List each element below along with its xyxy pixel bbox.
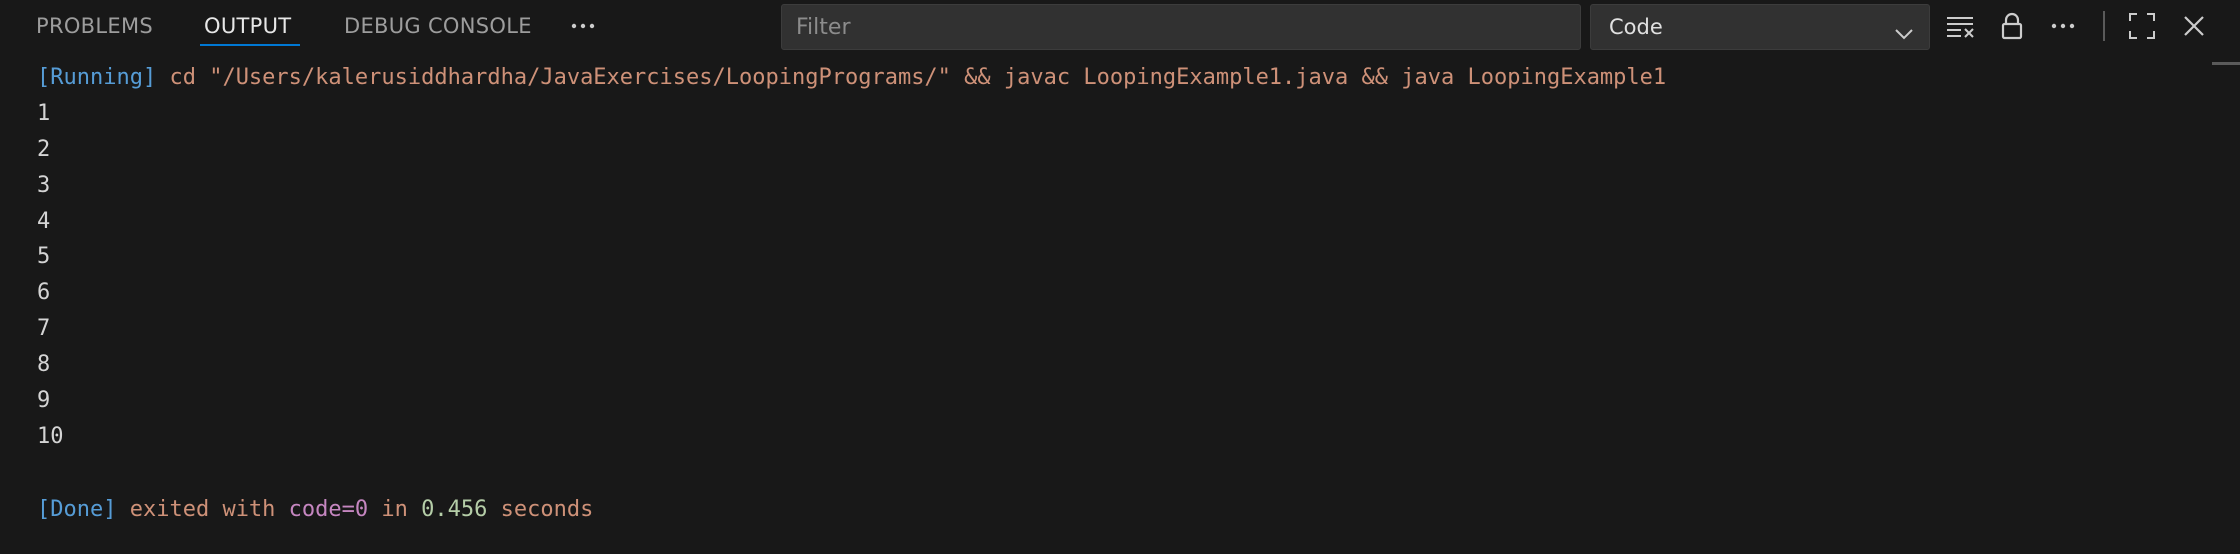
filter-input[interactable] [781, 4, 1581, 50]
output-line: 8 [37, 352, 51, 377]
output-line: 7 [37, 316, 51, 341]
output-line: 10 [37, 424, 64, 449]
run-duration: 0.456 [421, 497, 488, 522]
output-line: 5 [37, 244, 51, 269]
done-text: seconds [487, 497, 594, 522]
lock-icon[interactable] [1996, 10, 2028, 42]
tab-problems[interactable]: PROBLEMS [36, 0, 153, 52]
done-line: [Done] exited with code=0 in 0.456 secon… [37, 493, 593, 527]
panel-header: PROBLEMS OUTPUT DEBUG CONSOLE Code [0, 0, 2240, 52]
chevron-down-icon [1893, 16, 1915, 40]
tab-debug-console[interactable]: DEBUG CONSOLE [344, 0, 532, 52]
output-log: [Running] cd "/Users/kalerusiddhardha/Ja… [0, 52, 2210, 554]
running-tag: [Running] [37, 65, 157, 90]
output-channel-value: Code [1609, 15, 1663, 39]
clear-all-icon[interactable] [1944, 10, 1976, 42]
toolbar-divider [2103, 11, 2105, 41]
done-tag: [Done] [37, 497, 117, 522]
maximize-icon[interactable] [2126, 10, 2158, 42]
scrollbar[interactable] [2212, 62, 2240, 65]
done-text: in [368, 497, 422, 522]
output-line: 2 [37, 137, 51, 162]
output-line: 4 [37, 209, 51, 234]
output-line: 1 [37, 101, 51, 126]
done-text: exited with [116, 497, 289, 522]
output-line: 3 [37, 173, 51, 198]
run-command: cd "/Users/kalerusiddhardha/JavaExercise… [156, 65, 1667, 90]
exit-code: code=0 [288, 497, 369, 522]
output-line: 9 [37, 388, 51, 413]
running-line: [Running] cd "/Users/kalerusiddhardha/Ja… [37, 61, 1666, 95]
output-line: 6 [37, 280, 51, 305]
more-tabs-ellipsis-icon[interactable] [569, 12, 597, 40]
output-channel-select[interactable]: Code [1590, 4, 1930, 50]
more-actions-ellipsis-icon[interactable] [2047, 10, 2079, 42]
active-tab-indicator [200, 44, 300, 46]
close-icon[interactable] [2178, 10, 2210, 42]
